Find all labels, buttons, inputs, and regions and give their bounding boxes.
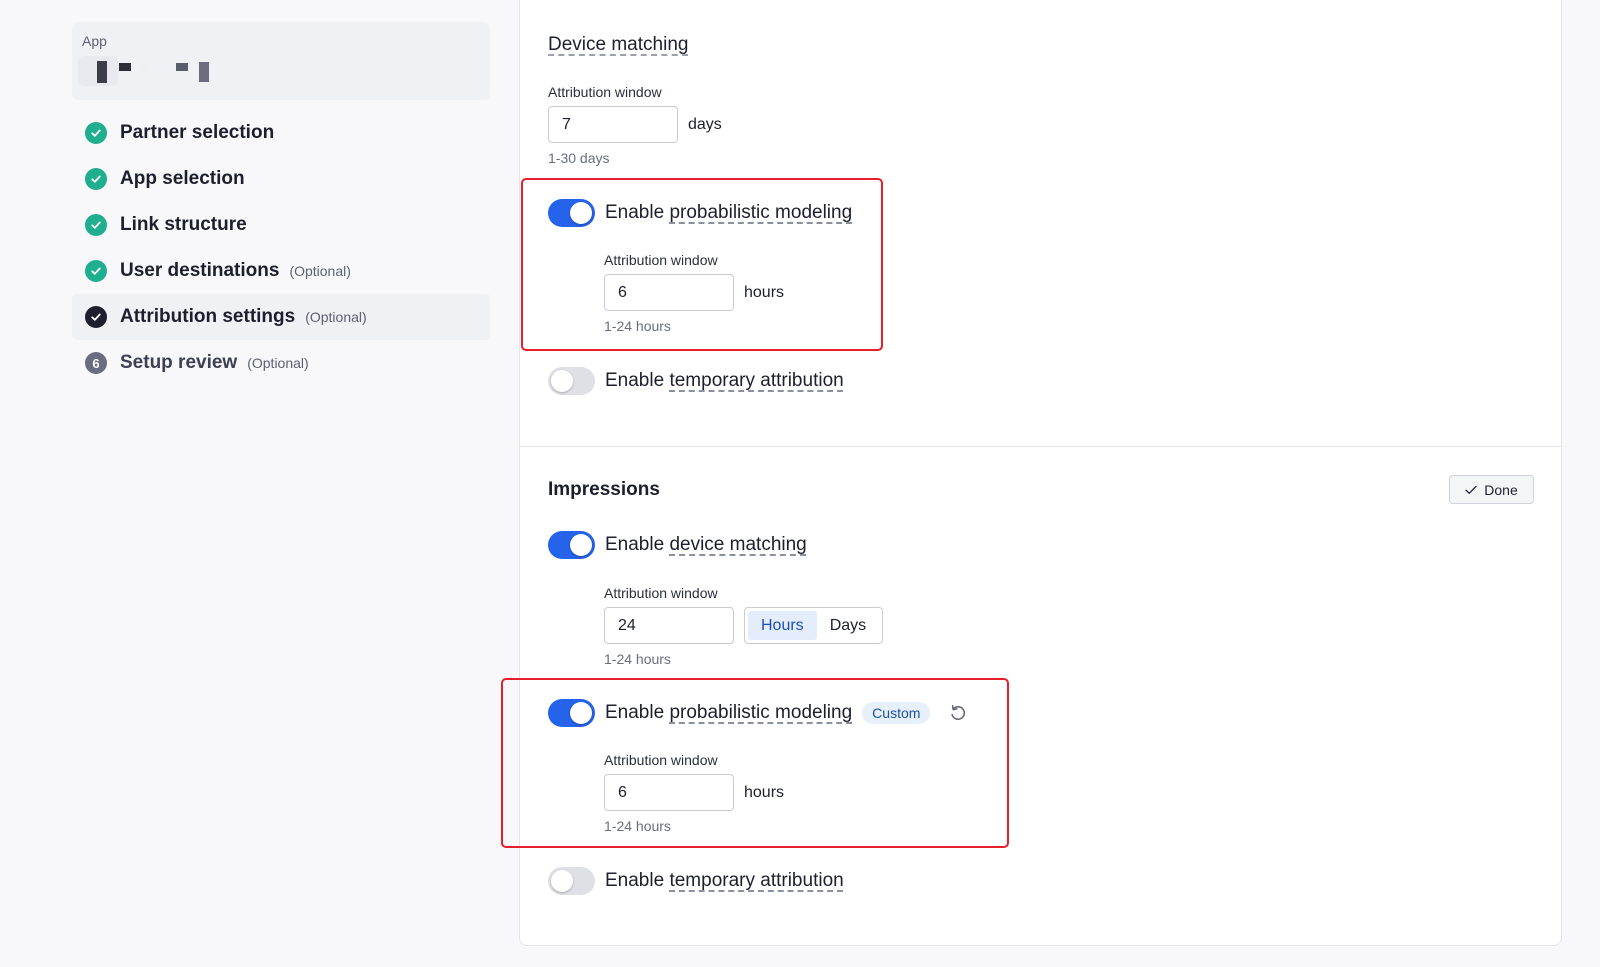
window-unit-segmented-control: Hours Days — [744, 607, 884, 644]
attribution-settings-panel: Device matching Attribution window days … — [501, 0, 1562, 946]
app-name-redacted — [78, 56, 228, 86]
unit-option-hours[interactable]: Hours — [748, 611, 817, 640]
window-unit: days — [688, 116, 722, 133]
impressions-temporary-toggle[interactable] — [548, 867, 595, 895]
page-root: App Partner selection App selection Link… — [0, 0, 1600, 967]
probabilistic-modeling-toggle[interactable] — [548, 199, 595, 227]
temporary-attribution-toggle[interactable] — [548, 367, 595, 395]
device-matching-heading: Device matching — [548, 34, 689, 55]
toggle-label: Enable probabilistic modeling — [605, 702, 853, 723]
done-button[interactable]: Done — [1449, 475, 1534, 504]
setup-sidebar: App Partner selection App selection Link… — [72, 22, 490, 386]
done-label: Done — [1484, 481, 1518, 498]
attribution-window-label: Attribution window — [548, 84, 662, 100]
step-attribution-settings[interactable]: Attribution settings (Optional) — [72, 294, 490, 340]
check-circle-icon — [85, 168, 107, 190]
step-user-destinations[interactable]: User destinations (Optional) — [72, 248, 490, 294]
toggle-label: Enable probabilistic modeling — [605, 202, 853, 223]
reset-icon[interactable] — [948, 703, 968, 723]
step-optional-tag: (Optional) — [305, 309, 367, 325]
window-hint: 1-24 hours — [604, 318, 671, 334]
probabilistic-modeling-tooltip-link[interactable]: probabilistic modeling — [669, 202, 852, 223]
check-circle-icon — [85, 260, 107, 282]
custom-badge: Custom — [862, 702, 931, 724]
step-label: Attribution settings — [120, 306, 296, 327]
impressions-device-window-input[interactable] — [604, 607, 734, 644]
window-unit: hours — [744, 784, 785, 801]
attribution-window-label: Attribution window — [604, 752, 718, 768]
toggle-label: Enable temporary attribution — [605, 870, 844, 891]
window-hint: 1-24 hours — [604, 818, 671, 834]
check-circle-icon — [85, 122, 107, 144]
step-label: Link structure — [120, 214, 247, 235]
step-label: Partner selection — [120, 122, 275, 143]
step-partner-selection[interactable]: Partner selection — [72, 110, 490, 156]
impressions-probabilistic-row: Enable probabilistic modeling Custom — [548, 698, 968, 728]
impressions-probabilistic-toggle[interactable] — [548, 699, 595, 727]
app-label: App — [82, 33, 107, 49]
impressions-title: Impressions — [548, 479, 660, 500]
step-label: App selection — [120, 168, 245, 189]
check-circle-icon — [85, 214, 107, 236]
impressions-probabilistic-window-input[interactable] — [604, 774, 734, 811]
attribution-window-label: Attribution window — [604, 585, 718, 601]
step-setup-review[interactable]: 6 Setup review (Optional) — [72, 340, 490, 386]
step-label: Setup review — [120, 352, 238, 373]
check-icon — [1465, 485, 1477, 494]
device-matching-toggle[interactable] — [548, 531, 595, 559]
step-app-selection[interactable]: App selection — [72, 156, 490, 202]
unit-option-days[interactable]: Days — [817, 611, 879, 640]
check-circle-icon — [85, 306, 107, 328]
step-link-structure[interactable]: Link structure — [72, 202, 490, 248]
steps-list: Partner selection App selection Link str… — [72, 110, 490, 386]
window-hint: 1-24 hours — [604, 651, 671, 667]
window-unit: hours — [744, 284, 785, 301]
toggle-label: Enable device matching — [605, 534, 807, 555]
temporary-attribution-row: Enable temporary attribution — [548, 366, 844, 396]
probabilistic-modeling-tooltip-link[interactable]: probabilistic modeling — [669, 702, 852, 723]
toggle-label: Enable temporary attribution — [605, 370, 844, 391]
attribution-window-label: Attribution window — [604, 252, 718, 268]
device-matching-row: Enable device matching — [548, 530, 807, 560]
window-hint: 1-30 days — [548, 150, 610, 166]
step-label: User destinations — [120, 260, 280, 281]
temporary-attribution-tooltip-link[interactable]: temporary attribution — [669, 370, 843, 391]
device-matching-tooltip-link[interactable]: device matching — [669, 534, 806, 555]
probabilistic-modeling-row: Enable probabilistic modeling — [548, 198, 852, 228]
app-card: App — [72, 22, 490, 100]
temporary-attribution-tooltip-link[interactable]: temporary attribution — [669, 870, 843, 891]
section-divider — [520, 446, 1561, 447]
step-number-icon: 6 — [85, 352, 107, 374]
impressions-temporary-row: Enable temporary attribution — [548, 866, 844, 896]
step-optional-tag: (Optional) — [289, 263, 351, 279]
device-matching-window-input[interactable] — [548, 106, 678, 143]
step-optional-tag: (Optional) — [247, 355, 309, 371]
probabilistic-window-input[interactable] — [604, 274, 734, 311]
